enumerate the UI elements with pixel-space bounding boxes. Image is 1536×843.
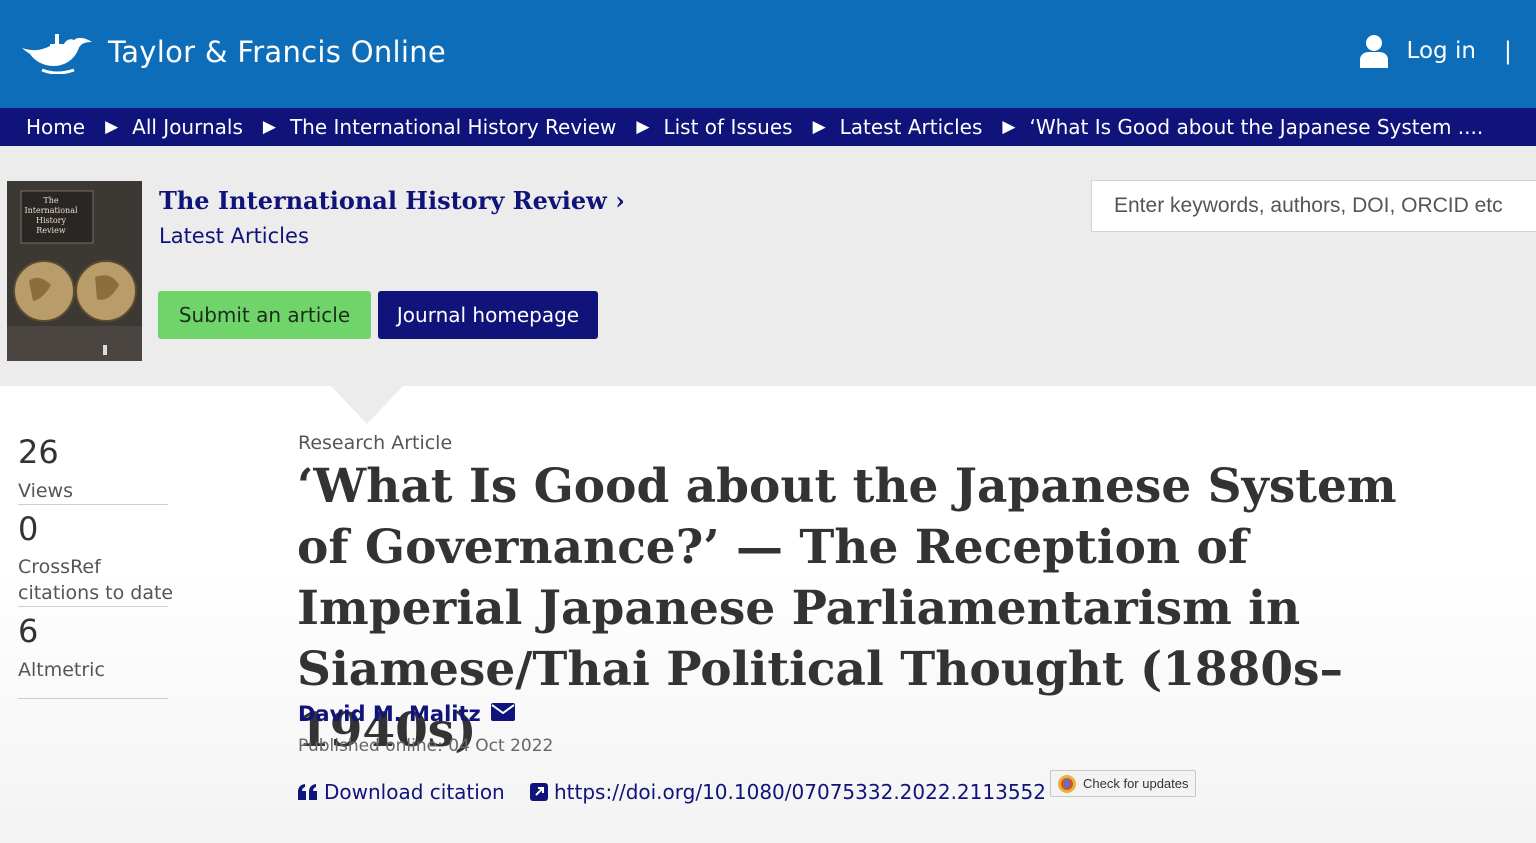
journal-latest-articles: Latest Articles	[159, 224, 309, 248]
breadcrumb-list-of-issues[interactable]: List of Issues	[663, 115, 792, 139]
banner-notch	[331, 386, 403, 424]
breadcrumb: Home ▶ All Journals ▶ The International …	[0, 108, 1536, 146]
views-count: 26	[18, 433, 59, 471]
svg-text:Review: Review	[36, 226, 66, 235]
crossmark-icon	[1058, 774, 1076, 793]
user-icon	[1359, 35, 1388, 68]
login-link[interactable]: Log in |	[1359, 34, 1512, 68]
site-header: Taylor & Francis Online Log in |	[0, 0, 1536, 108]
article-type: Research Article	[298, 432, 453, 454]
journal-title-link[interactable]: The International History Review ›	[159, 186, 625, 215]
metric-divider	[18, 606, 168, 607]
metric-divider	[18, 698, 168, 699]
svg-text:History: History	[36, 216, 66, 225]
altmetric-label: Altmetric	[18, 659, 105, 681]
doi-link[interactable]: https://doi.org/10.1080/07075332.2022.21…	[530, 780, 1046, 804]
breadcrumb-arrow-icon: ▶	[812, 117, 826, 137]
download-citation-link[interactable]: Download citation	[298, 780, 505, 804]
teapot-logo-icon	[22, 34, 92, 74]
site-logo[interactable]: Taylor & Francis Online	[20, 30, 446, 74]
breadcrumb-arrow-icon: ▶	[262, 117, 276, 137]
journal-cover-image[interactable]: The International History Review	[7, 181, 142, 361]
journal-homepage-button[interactable]: Journal homepage	[378, 291, 598, 339]
site-logo-text: Taylor & Francis Online	[108, 35, 447, 69]
journal-cover-art: The International History Review	[7, 181, 142, 361]
submit-article-button[interactable]: Submit an article	[158, 291, 371, 339]
crossref-sublabel: citations to date	[18, 582, 174, 604]
metric-divider	[18, 504, 168, 505]
journal-banner: The International History Review The Int…	[0, 146, 1536, 386]
crossref-count: 0	[18, 510, 39, 548]
login-label: Log in	[1406, 38, 1476, 64]
breadcrumb-home[interactable]: Home	[26, 115, 85, 139]
check-for-updates-button[interactable]: Check for updates	[1050, 770, 1196, 797]
breadcrumb-current-article: ‘What Is Good about the Japanese System …	[1029, 115, 1484, 139]
altmetric-count: 6	[18, 612, 39, 650]
breadcrumb-latest-articles[interactable]: Latest Articles	[840, 115, 983, 139]
check-for-updates-label: Check for updates	[1083, 776, 1189, 791]
author-name[interactable]: David M. Malitz	[298, 702, 481, 726]
header-separator: |	[1503, 37, 1512, 65]
download-citation-label: Download citation	[324, 780, 505, 804]
quote-icon	[298, 784, 317, 800]
breadcrumb-journal[interactable]: The International History Review	[290, 115, 616, 139]
author-entry[interactable]: David M. Malitz	[298, 702, 515, 726]
svg-text:International: International	[24, 206, 78, 215]
published-date: Published online: 04 Oct 2022	[298, 736, 554, 756]
breadcrumb-arrow-icon: ▶	[636, 117, 650, 137]
breadcrumb-arrow-icon: ▶	[1002, 117, 1016, 137]
doi-url: https://doi.org/10.1080/07075332.2022.21…	[554, 780, 1047, 804]
search-input[interactable]	[1091, 180, 1536, 232]
breadcrumb-arrow-icon: ▶	[105, 117, 119, 137]
breadcrumb-all-journals[interactable]: All Journals	[132, 115, 243, 139]
views-label: Views	[18, 480, 73, 502]
external-link-icon	[530, 783, 548, 801]
crossref-label: CrossRef	[18, 556, 101, 578]
svg-text:The: The	[43, 196, 58, 205]
envelope-icon[interactable]	[490, 703, 515, 725]
